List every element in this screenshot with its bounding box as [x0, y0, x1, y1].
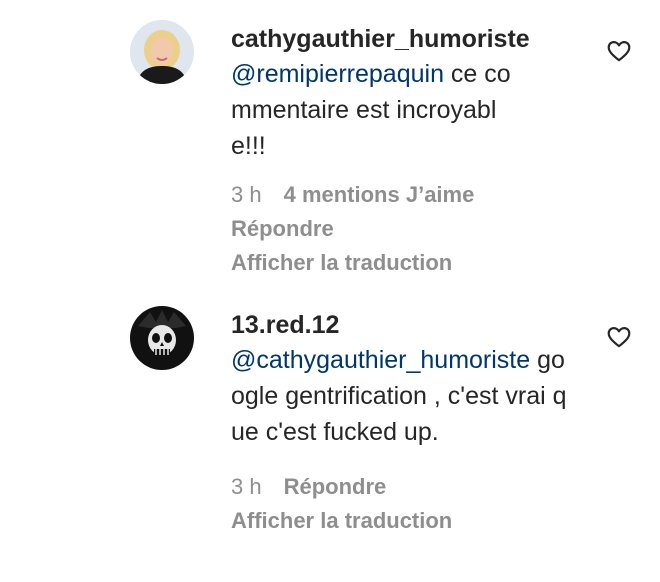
avatar[interactable] [130, 20, 194, 84]
translate-button[interactable]: Afficher la traduction [231, 504, 581, 538]
comment-time: 3 h [231, 474, 262, 499]
comment-time: 3 h [231, 182, 262, 207]
avatar[interactable] [130, 306, 194, 370]
comment-username[interactable]: cathygauthier_humoriste [231, 24, 581, 54]
reply-button[interactable]: Répondre [231, 212, 581, 246]
comment-username[interactable]: 13.red.12 [231, 310, 581, 340]
comment-text: @remipierrepaquin ce commentaire est inc… [231, 56, 531, 164]
translate-button[interactable]: Afficher la traduction [231, 246, 581, 280]
comment-meta: 3 h 4 mentions J’aime [231, 178, 581, 212]
likes-count[interactable]: 4 mentions J’aime [284, 182, 475, 207]
reply-button[interactable]: Répondre [284, 474, 387, 499]
comment-text: @cathygauthier_humoriste google gentrifi… [231, 342, 571, 450]
mention-link[interactable]: @remipierrepaquin [231, 60, 444, 88]
heart-outline-icon[interactable] [606, 324, 632, 350]
comment-meta: 3 h Répondre [231, 470, 581, 504]
heart-outline-icon[interactable] [606, 38, 632, 64]
mention-link[interactable]: @cathygauthier_humoriste [231, 346, 530, 374]
